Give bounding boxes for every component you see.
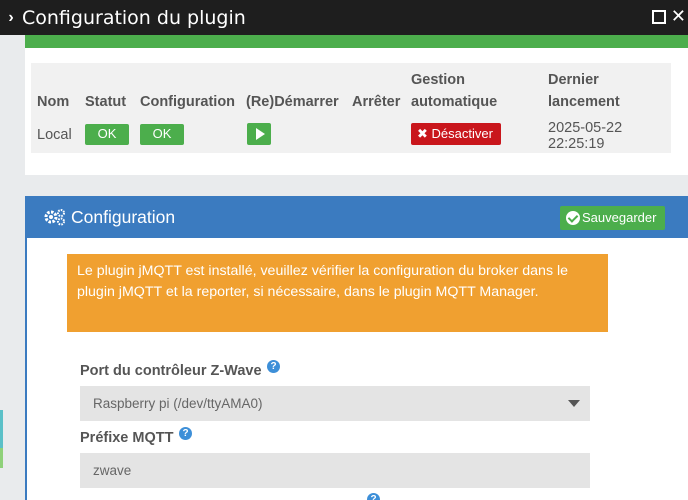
disable-auto-button[interactable]: ✖ Désactiver: [411, 123, 501, 145]
save-button[interactable]: Sauvegarder: [560, 206, 665, 230]
header-auto-1: Gestion: [411, 72, 465, 88]
maximize-icon[interactable]: [652, 10, 666, 24]
header-auto-2: automatique: [411, 94, 498, 110]
caret-down-icon: [568, 400, 580, 407]
help-icon[interactable]: ?: [267, 360, 280, 373]
header-config: Configuration: [140, 94, 236, 110]
daemon-table: Nom Statut Configuration (Re)Démarrer Ar…: [31, 63, 671, 153]
x-icon: ✖: [417, 126, 428, 141]
header-restart: (Re)Démarrer: [246, 94, 339, 110]
row-name: Local: [37, 127, 72, 143]
header-last-2: lancement: [548, 94, 620, 110]
config-header: Configuration Sauvegarder: [27, 196, 688, 238]
help-icon[interactable]: ?: [179, 427, 192, 440]
disable-auto-label: Désactiver: [431, 126, 493, 141]
last-launch-date: 2025-05-22: [548, 120, 623, 136]
port-label: Port du contrôleur Z-Wave: [80, 363, 262, 379]
jmqtt-warning-alert: Le plugin jMQTT est installé, veuillez v…: [67, 254, 608, 332]
last-launch-time: 22:25:19: [548, 136, 605, 152]
check-circle-icon: [566, 211, 580, 225]
daemon-status-panel: Nom Statut Configuration (Re)Démarrer Ar…: [25, 35, 688, 175]
help-icon[interactable]: ?: [367, 493, 380, 500]
header-stop: Arrêter: [352, 94, 401, 110]
status-ok-badge: OK: [85, 124, 129, 145]
header-name: Nom: [37, 94, 70, 110]
left-edge-strip: [0, 410, 3, 448]
config-title: Configuration: [71, 207, 176, 227]
header-status: Statut: [85, 94, 127, 110]
dialog-title: Configuration du plugin: [22, 6, 246, 29]
prefix-input-value: zwave: [93, 463, 132, 478]
restart-play-button[interactable]: [247, 123, 271, 145]
port-select-value: Raspberry pi (/dev/ttyAMA0): [93, 396, 263, 411]
prefix-label: Préfixe MQTT: [80, 430, 174, 446]
port-select[interactable]: Raspberry pi (/dev/ttyAMA0): [80, 386, 590, 421]
configuration-panel: Configuration Sauvegarder Le plugin jMQT…: [25, 196, 688, 500]
prefix-input[interactable]: zwave: [80, 453, 590, 488]
config-ok-badge: OK: [140, 124, 184, 145]
header-last-1: Dernier: [548, 72, 599, 88]
gears-icon: [44, 209, 65, 226]
left-edge-strip: [0, 448, 3, 468]
save-label: Sauvegarder: [582, 210, 657, 225]
close-icon[interactable]: ✕: [671, 6, 686, 26]
chevron-right-icon[interactable]: ›: [0, 9, 22, 27]
status-bar: [25, 35, 688, 48]
dialog-titlebar: › Configuration du plugin ✕: [0, 0, 688, 35]
